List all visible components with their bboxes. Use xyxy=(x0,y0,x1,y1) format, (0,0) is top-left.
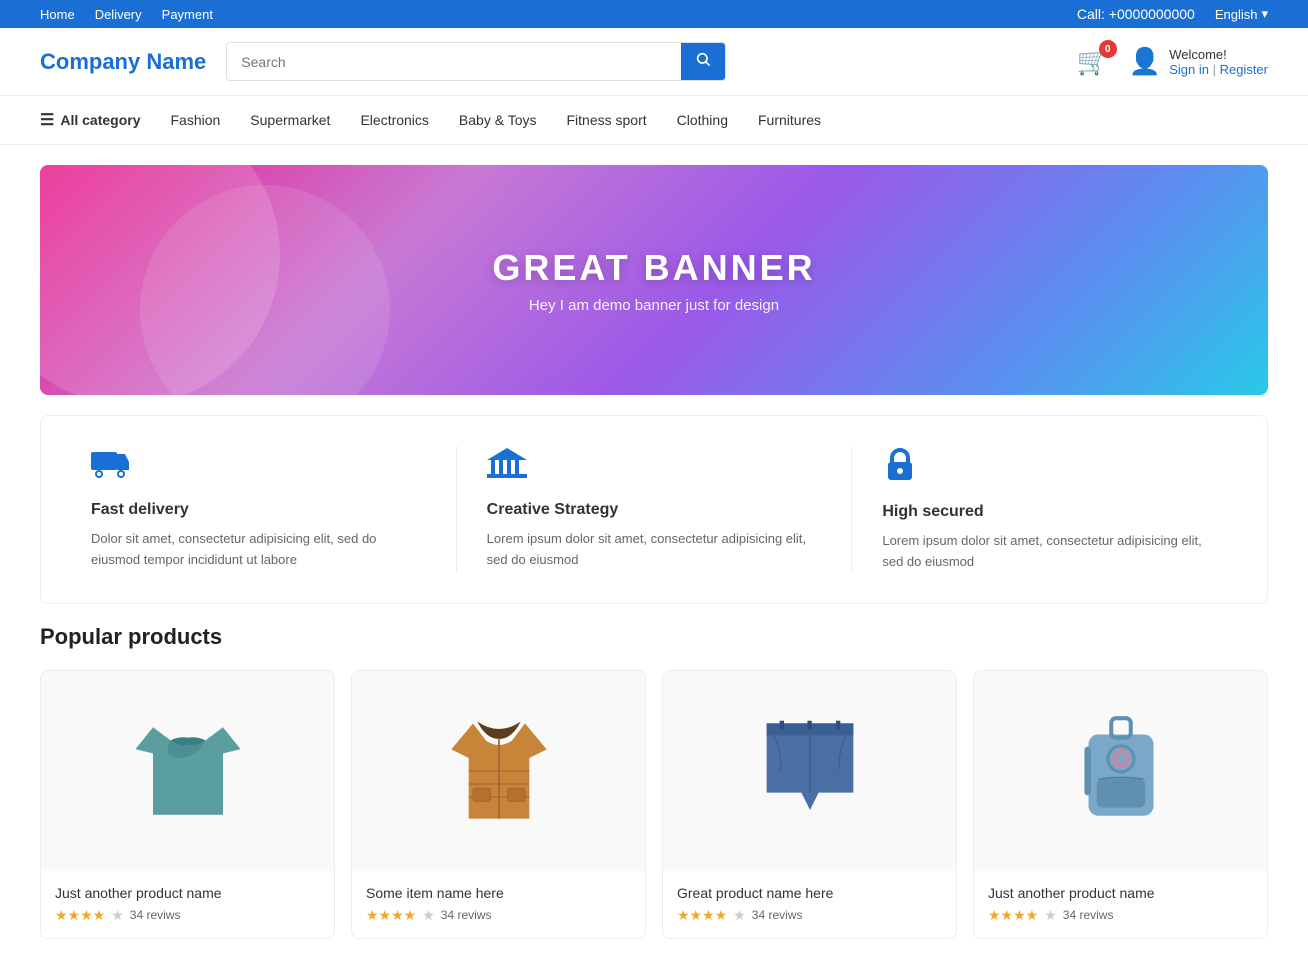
feature-fast-delivery-title: Fast delivery xyxy=(91,501,426,519)
products-grid: Just another product name ★★★★★ 34 reviw… xyxy=(40,670,1268,939)
user-icon: 👤 xyxy=(1129,46,1161,77)
feature-secured: High secured Lorem ipsum dolor sit amet,… xyxy=(852,446,1247,573)
feature-strategy-desc: Lorem ipsum dolor sit amet, consectetur … xyxy=(487,529,822,571)
review-count-3: 34 reviws xyxy=(752,908,803,922)
product-info-3: Great product name here ★★★★★ 34 reviws xyxy=(663,871,956,938)
product-info-2: Some item name here ★★★★★ 34 reviws xyxy=(352,871,645,938)
bank-icon xyxy=(487,446,822,489)
company-logo[interactable]: Company Name xyxy=(40,49,206,75)
product-rating-1: ★★★★★ 34 reviws xyxy=(55,907,320,924)
nav-payment[interactable]: Payment xyxy=(162,7,213,22)
separator: | xyxy=(1213,62,1216,77)
stars-filled-2: ★★★★ xyxy=(366,907,416,924)
stars-filled-4: ★★★★ xyxy=(988,907,1038,924)
cart-button[interactable]: 🛒 0 xyxy=(1076,46,1108,77)
feature-fast-delivery: Fast delivery Dolor sit amet, consectetu… xyxy=(61,446,457,573)
nav-fashion[interactable]: Fashion xyxy=(170,98,220,142)
product-image-3 xyxy=(663,671,956,871)
popular-products-section: Popular products Just another product na… xyxy=(40,624,1268,939)
search-input[interactable] xyxy=(227,43,681,80)
nav-electronics[interactable]: Electronics xyxy=(360,98,428,142)
feature-secured-title: High secured xyxy=(882,503,1217,521)
product-card-4[interactable]: Just another product name ★★★★★ 34 reviw… xyxy=(973,670,1268,939)
nav-clothing[interactable]: Clothing xyxy=(677,98,728,142)
search-button[interactable] xyxy=(681,43,725,80)
nav-fitness[interactable]: Fitness sport xyxy=(566,98,646,142)
cart-badge: 0 xyxy=(1099,40,1117,58)
nav-home[interactable]: Home xyxy=(40,7,75,22)
hamburger-icon: ☰ xyxy=(40,110,54,130)
nav-supermarket[interactable]: Supermarket xyxy=(250,98,330,142)
header-actions: 🛒 0 👤 Welcome! Sign in | Register xyxy=(1076,46,1268,77)
user-text: Welcome! Sign in | Register xyxy=(1169,47,1268,77)
product-info-1: Just another product name ★★★★★ 34 reviw… xyxy=(41,871,334,938)
truck-icon xyxy=(91,446,426,489)
review-count-1: 34 reviws xyxy=(130,908,181,922)
stars-filled-1: ★★★★ xyxy=(55,907,105,924)
header: Company Name 🛒 0 👤 Welcome! Sign in | Re… xyxy=(0,28,1308,96)
lock-icon xyxy=(882,446,1217,491)
feature-strategy-title: Creative Strategy xyxy=(487,501,822,519)
top-bar-right: Call: +0000000000 English ▾ xyxy=(1077,6,1268,22)
feature-secured-desc: Lorem ipsum dolor sit amet, consectetur … xyxy=(882,531,1217,573)
all-category-label: All category xyxy=(60,112,140,128)
product-image-4 xyxy=(974,671,1267,871)
stars-empty-3: ★ xyxy=(733,907,746,924)
language-label: English xyxy=(1215,7,1258,22)
phone-number: Call: +0000000000 xyxy=(1077,6,1195,22)
stars-empty-4: ★ xyxy=(1044,907,1057,924)
hero-banner: GREAT BANNER Hey I am demo banner just f… xyxy=(40,165,1268,395)
product-card-1[interactable]: Just another product name ★★★★★ 34 reviw… xyxy=(40,670,335,939)
sign-links: Sign in | Register xyxy=(1169,62,1268,77)
feature-strategy: Creative Strategy Lorem ipsum dolor sit … xyxy=(457,446,853,573)
product-info-4: Just another product name ★★★★★ 34 reviw… xyxy=(974,871,1267,938)
nav-furnitures[interactable]: Furnitures xyxy=(758,98,821,142)
category-nav: ☰ All category Fashion Supermarket Elect… xyxy=(0,96,1308,145)
search-bar xyxy=(226,42,726,81)
review-count-4: 34 reviws xyxy=(1063,908,1114,922)
product-rating-4: ★★★★★ 34 reviws xyxy=(988,907,1253,924)
stars-filled-3: ★★★★ xyxy=(677,907,727,924)
product-name-3: Great product name here xyxy=(677,885,942,901)
features-section: Fast delivery Dolor sit amet, consectetu… xyxy=(40,415,1268,604)
product-name-1: Just another product name xyxy=(55,885,320,901)
product-image-1 xyxy=(41,671,334,871)
user-area[interactable]: 👤 Welcome! Sign in | Register xyxy=(1129,46,1268,77)
product-name-2: Some item name here xyxy=(366,885,631,901)
register-link[interactable]: Register xyxy=(1220,62,1268,77)
review-count-2: 34 reviws xyxy=(441,908,492,922)
all-category-button[interactable]: ☰ All category xyxy=(40,96,140,144)
product-image-2 xyxy=(352,671,645,871)
product-rating-2: ★★★★★ 34 reviws xyxy=(366,907,631,924)
top-bar: Home Delivery Payment Call: +0000000000 … xyxy=(0,0,1308,28)
banner-title: GREAT BANNER xyxy=(492,247,815,289)
top-bar-nav: Home Delivery Payment xyxy=(40,7,213,22)
popular-products-title: Popular products xyxy=(40,624,1268,650)
chevron-down-icon: ▾ xyxy=(1261,6,1268,22)
banner-subtitle: Hey I am demo banner just for design xyxy=(529,297,779,314)
stars-empty-1: ★ xyxy=(111,907,124,924)
stars-empty-2: ★ xyxy=(422,907,435,924)
sign-in-link[interactable]: Sign in xyxy=(1169,62,1209,77)
language-dropdown[interactable]: English ▾ xyxy=(1215,6,1268,22)
nav-delivery[interactable]: Delivery xyxy=(95,7,142,22)
product-card-2[interactable]: Some item name here ★★★★★ 34 reviws xyxy=(351,670,646,939)
welcome-text: Welcome! xyxy=(1169,47,1268,62)
product-name-4: Just another product name xyxy=(988,885,1253,901)
product-card-3[interactable]: Great product name here ★★★★★ 34 reviws xyxy=(662,670,957,939)
feature-fast-delivery-desc: Dolor sit amet, consectetur adipisicing … xyxy=(91,529,426,571)
product-rating-3: ★★★★★ 34 reviws xyxy=(677,907,942,924)
nav-baby-toys[interactable]: Baby & Toys xyxy=(459,98,537,142)
